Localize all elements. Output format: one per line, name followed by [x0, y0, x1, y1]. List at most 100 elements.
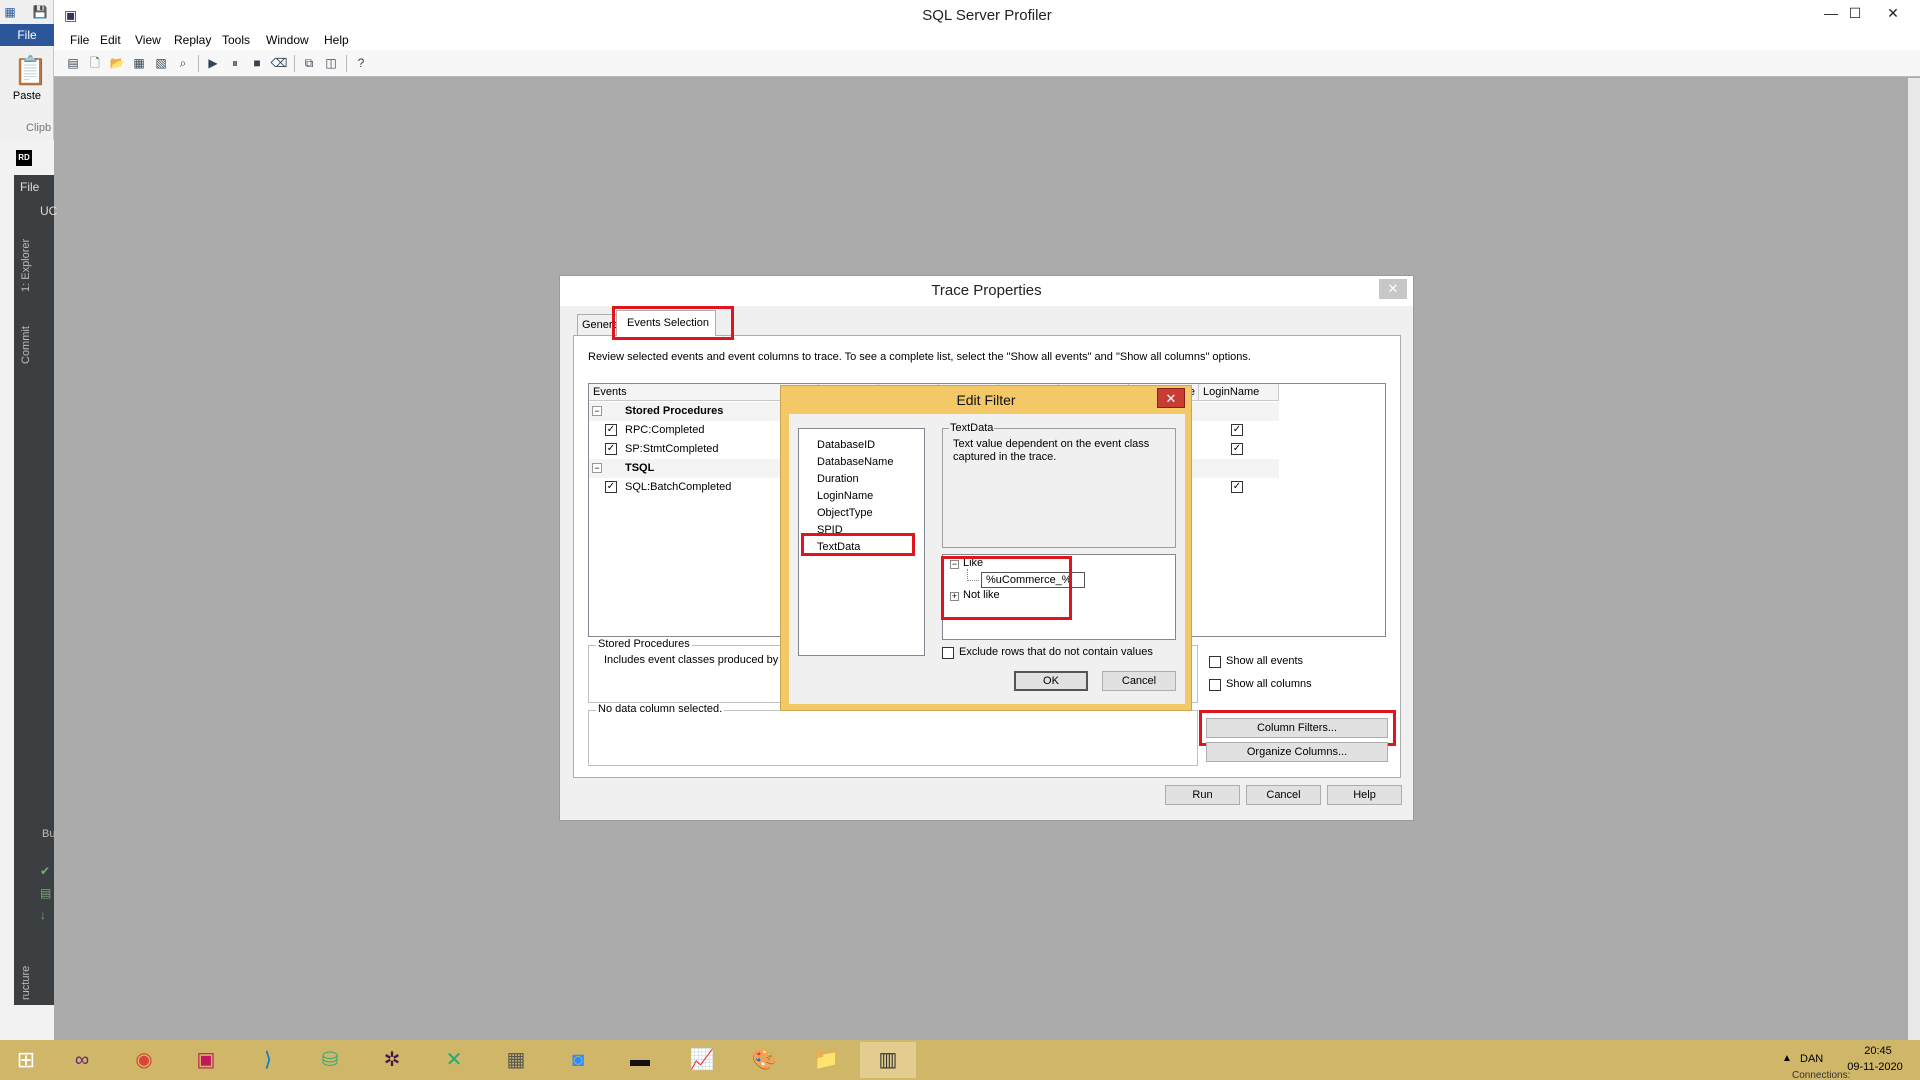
explorer-tool-tab[interactable]: 1: Explorer: [20, 239, 32, 292]
collapse-icon[interactable]: −: [592, 463, 602, 473]
open-folder-icon[interactable]: 📂: [108, 55, 126, 72]
clock-time[interactable]: 20:45: [1848, 1045, 1908, 1057]
filter-ok-button[interactable]: OK: [1014, 671, 1088, 691]
paint-icon[interactable]: 🎨: [736, 1042, 792, 1078]
paste-label[interactable]: Paste: [0, 90, 54, 102]
run-trace-icon[interactable]: ▶: [204, 55, 222, 72]
pause-trace-icon[interactable]: ⏸: [226, 55, 244, 72]
toolbar-separator: [294, 55, 295, 72]
menu-window[interactable]: Window: [266, 33, 309, 47]
edit-filter-close-icon[interactable]: ✕: [1157, 388, 1185, 408]
trace-cancel-button[interactable]: Cancel: [1246, 785, 1321, 805]
show-all-events-checkbox[interactable]: [1209, 656, 1221, 668]
highlight-box-events-tab: [612, 306, 734, 340]
find-icon[interactable]: ⌕: [174, 55, 192, 72]
new-trace-icon[interactable]: ▤: [64, 55, 82, 72]
column-item-duration[interactable]: Duration: [817, 473, 859, 485]
column-item-databaseid[interactable]: DatabaseID: [817, 439, 875, 451]
column-description-group: No data column selected.: [588, 703, 1198, 766]
rider-icon[interactable]: ▣: [178, 1042, 234, 1078]
perfmon-icon[interactable]: ◫: [322, 55, 340, 72]
clock-date[interactable]: 09-11-2020: [1840, 1061, 1910, 1073]
structure-tool-tab[interactable]: ructure: [20, 966, 32, 1000]
exclude-rows-label: Exclude rows that do not contain values: [959, 646, 1153, 658]
workspace-scrollbar[interactable]: [1908, 78, 1920, 1040]
exclude-rows-checkbox[interactable]: [942, 647, 954, 659]
calculator-icon[interactable]: ▦: [488, 1042, 544, 1078]
edit-filter-dialog: Edit Filter ✕ DatabaseID DatabaseName Du…: [780, 385, 1192, 711]
save-trace-icon[interactable]: ▦: [130, 55, 148, 72]
trace-dialog-close-icon[interactable]: ✕: [1379, 279, 1407, 299]
organize-columns-button[interactable]: Organize Columns...: [1206, 742, 1388, 762]
slack-icon[interactable]: ✲: [364, 1042, 420, 1078]
save-icon[interactable]: 💾: [32, 4, 48, 20]
menu-view[interactable]: View: [135, 33, 161, 47]
rider-file-menu[interactable]: File: [20, 180, 39, 194]
column-item-databasename[interactable]: DatabaseName: [817, 456, 893, 468]
collapse-icon[interactable]: −: [592, 406, 602, 416]
edit-filter-body: DatabaseID DatabaseName Duration LoginNa…: [789, 414, 1185, 704]
file-explorer-icon[interactable]: 📁: [798, 1042, 854, 1078]
stop-trace-icon[interactable]: ■: [248, 55, 266, 72]
toolbar-separator: [198, 55, 199, 72]
show-all-columns-checkbox[interactable]: [1209, 679, 1221, 691]
filter-cancel-button[interactable]: Cancel: [1102, 671, 1176, 691]
help-button[interactable]: Help: [1327, 785, 1402, 805]
column-item-objecttype[interactable]: ObjectType: [817, 507, 873, 519]
visual-studio-icon[interactable]: ∞: [54, 1042, 110, 1078]
loginname-checkbox[interactable]: ✓: [1231, 443, 1243, 455]
vscode-icon[interactable]: ⟩: [240, 1042, 296, 1078]
loginname-column-header[interactable]: LoginName: [1199, 384, 1279, 401]
event-label: RPC:Completed: [625, 424, 705, 436]
show-all-events-label: Show all events: [1226, 655, 1304, 667]
show-all-columns-label: Show all columns: [1226, 678, 1312, 690]
sql-profiler-taskbar-icon[interactable]: ▥: [860, 1042, 916, 1078]
chrome-icon[interactable]: ◉: [116, 1042, 172, 1078]
maximize-icon[interactable]: ☐: [1840, 2, 1870, 24]
window-title: SQL Server Profiler: [922, 7, 1052, 24]
run-button[interactable]: Run: [1165, 785, 1240, 805]
no-data-column-label: No data column selected.: [596, 703, 725, 715]
loginname-checkbox[interactable]: ✓: [1231, 481, 1243, 493]
event-label: SP:StmtCompleted: [625, 443, 719, 455]
column-item-loginname[interactable]: LoginName: [817, 490, 873, 502]
performance-icon[interactable]: 📈: [674, 1042, 730, 1078]
tool-icon[interactable]: ✕: [426, 1042, 482, 1078]
clear-trace-icon[interactable]: ⌫: [270, 55, 288, 72]
help-icon[interactable]: ?: [352, 55, 370, 72]
ribbon-file-tab[interactable]: File: [0, 24, 54, 46]
event-checkbox[interactable]: ✓: [605, 443, 617, 455]
tab-general[interactable]: General: [577, 314, 617, 336]
column-description-title: TextData: [949, 422, 995, 434]
command-prompt-icon[interactable]: ▬: [612, 1042, 668, 1078]
event-checkbox[interactable]: ✓: [605, 481, 617, 493]
loginname-checkbox[interactable]: ✓: [1231, 424, 1243, 436]
event-checkbox[interactable]: ✓: [605, 424, 617, 436]
column-description-box: TextData Text value dependent on the eve…: [942, 422, 1176, 548]
close-window-icon[interactable]: ✕: [1878, 2, 1908, 24]
highlight-box-like-filter: [941, 556, 1072, 620]
commit-tool-tab[interactable]: Commit: [20, 326, 32, 364]
app-menu-icon[interactable]: ▦: [2, 4, 18, 20]
connections-label: Connections:: [1792, 1070, 1851, 1080]
clipboard-icon[interactable]: 📋: [13, 54, 48, 88]
rider-tool-icons: ✔ ▤ ↓: [40, 864, 52, 922]
zoom-icon[interactable]: ◙: [550, 1042, 606, 1078]
toolbar-separator: [346, 55, 347, 72]
new-file-icon[interactable]: 🗋: [86, 55, 104, 72]
highlight-box-textdata: [801, 533, 915, 556]
event-label: SQL:BatchCompleted: [625, 481, 732, 493]
menu-edit[interactable]: Edit: [100, 33, 121, 47]
properties-icon[interactable]: ▧: [152, 55, 170, 72]
column-description-text: Text value dependent on the event class …: [953, 438, 1150, 463]
menu-help[interactable]: Help: [324, 33, 349, 47]
tray-overflow-icon[interactable]: ▲: [1782, 1053, 1792, 1064]
menu-replay[interactable]: Replay: [174, 33, 211, 47]
windows-start-icon[interactable]: ⊞: [0, 1040, 52, 1080]
menu-tools[interactable]: Tools: [222, 33, 250, 47]
input-language[interactable]: DAN: [1800, 1053, 1823, 1065]
menu-file[interactable]: File: [70, 33, 89, 47]
activity-monitor-icon[interactable]: ⧉: [300, 55, 318, 72]
ssms-icon[interactable]: ⛁: [302, 1042, 358, 1078]
clipboard-group-label: Clipb: [26, 122, 52, 134]
